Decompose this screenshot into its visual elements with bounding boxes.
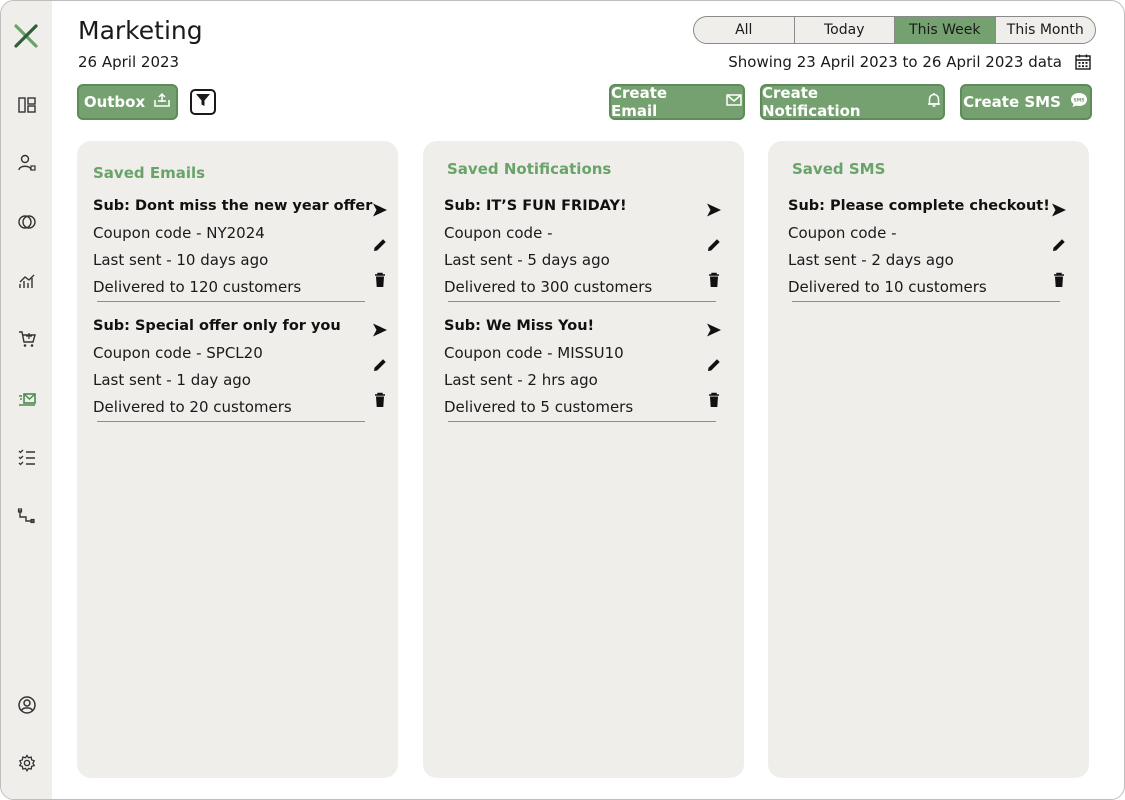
item-coupon: Coupon code - bbox=[444, 224, 553, 242]
edit-icon[interactable] bbox=[371, 356, 389, 374]
mail-icon bbox=[725, 91, 743, 113]
item-coupon: Coupon code - bbox=[788, 224, 897, 242]
svg-text:SMS: SMS bbox=[1073, 98, 1084, 104]
create-email-button[interactable]: Create Email bbox=[609, 84, 745, 120]
list-item: Sub: IT’S FUN FRIDAY! Coupon code - Last… bbox=[444, 196, 734, 302]
delete-icon[interactable] bbox=[371, 271, 389, 289]
delete-icon[interactable] bbox=[371, 391, 389, 409]
sidebar bbox=[1, 1, 52, 799]
tab-today[interactable]: Today bbox=[795, 17, 895, 43]
filter-button[interactable] bbox=[190, 89, 216, 115]
item-delivered: Delivered to 5 customers bbox=[444, 398, 634, 416]
item-delivered: Delivered to 300 customers bbox=[444, 278, 653, 296]
marketing-icon[interactable] bbox=[15, 387, 39, 411]
tasks-icon[interactable] bbox=[15, 445, 39, 469]
settings-icon[interactable] bbox=[15, 751, 39, 775]
saved-notifications-title: Saved Notifications bbox=[447, 160, 612, 178]
item-coupon: Coupon code - MISSU10 bbox=[444, 344, 624, 362]
item-last-sent: Last sent - 10 days ago bbox=[93, 251, 269, 269]
analytics-icon[interactable] bbox=[15, 269, 39, 293]
integrations-icon[interactable] bbox=[15, 504, 39, 528]
outbox-button[interactable]: Outbox bbox=[77, 84, 178, 120]
send-icon[interactable] bbox=[705, 321, 723, 339]
saved-sms-panel: Saved SMS Sub: Please complete checkout!… bbox=[768, 141, 1089, 778]
app-window: Marketing 26 April 2023 All Today This W… bbox=[0, 0, 1125, 800]
list-item: Sub: We Miss You! Coupon code - MISSU10 … bbox=[444, 316, 734, 422]
list-item: Sub: Please complete checkout! Coupon co… bbox=[788, 196, 1078, 302]
delete-icon[interactable] bbox=[1050, 271, 1068, 289]
tab-this-month[interactable]: This Month bbox=[996, 17, 1096, 43]
filter-icon bbox=[195, 92, 211, 112]
account-icon[interactable] bbox=[15, 693, 39, 717]
discount-icon[interactable] bbox=[15, 210, 39, 234]
item-subject: Sub: Dont miss the new year offer bbox=[93, 198, 373, 214]
main-content: Marketing 26 April 2023 All Today This W… bbox=[52, 1, 1124, 799]
item-subject: Sub: Please complete checkout! bbox=[788, 198, 1050, 214]
date-range-tabs: All Today This Week This Month bbox=[693, 16, 1096, 44]
list-item: Sub: Dont miss the new year offer Coupon… bbox=[93, 196, 387, 302]
user-icon[interactable] bbox=[15, 151, 39, 175]
saved-sms-title: Saved SMS bbox=[792, 160, 886, 178]
divider bbox=[792, 301, 1060, 302]
item-last-sent: Last sent - 5 days ago bbox=[444, 251, 610, 269]
edit-icon[interactable] bbox=[1050, 236, 1068, 254]
send-icon[interactable] bbox=[371, 321, 389, 339]
tab-all[interactable]: All bbox=[694, 17, 795, 43]
item-last-sent: Last sent - 1 day ago bbox=[93, 371, 251, 389]
item-coupon: Coupon code - SPCL20 bbox=[93, 344, 263, 362]
delete-icon[interactable] bbox=[705, 391, 723, 409]
item-subject: Sub: IT’S FUN FRIDAY! bbox=[444, 198, 627, 214]
create-notification-button[interactable]: Create Notification bbox=[760, 84, 945, 120]
edit-icon[interactable] bbox=[705, 236, 723, 254]
saved-notifications-panel: Saved Notifications Sub: IT’S FUN FRIDAY… bbox=[423, 141, 744, 778]
current-date: 26 April 2023 bbox=[78, 53, 180, 71]
item-last-sent: Last sent - 2 days ago bbox=[788, 251, 954, 269]
bell-icon bbox=[925, 91, 943, 113]
logo-x-icon[interactable] bbox=[13, 23, 39, 49]
item-subject: Sub: Special offer only for you bbox=[93, 318, 341, 334]
item-coupon: Coupon code - NY2024 bbox=[93, 224, 265, 242]
create-sms-label: Create SMS bbox=[963, 93, 1061, 111]
delete-icon[interactable] bbox=[705, 271, 723, 289]
cart-icon[interactable] bbox=[15, 327, 39, 351]
tab-this-week[interactable]: This Week bbox=[895, 17, 996, 43]
list-item: Sub: Special offer only for you Coupon c… bbox=[93, 316, 387, 422]
item-delivered: Delivered to 20 customers bbox=[93, 398, 292, 416]
create-email-label: Create Email bbox=[611, 84, 668, 120]
data-range-text: Showing 23 April 2023 to 26 April 2023 d… bbox=[728, 53, 1062, 71]
create-sms-button[interactable]: Create SMS SMS bbox=[960, 84, 1092, 120]
edit-icon[interactable] bbox=[705, 356, 723, 374]
saved-emails-panel: Saved Emails Sub: Dont miss the new year… bbox=[77, 141, 398, 778]
saved-emails-title: Saved Emails bbox=[93, 164, 206, 182]
send-icon[interactable] bbox=[371, 201, 389, 219]
send-icon[interactable] bbox=[705, 201, 723, 219]
item-last-sent: Last sent - 2 hrs ago bbox=[444, 371, 598, 389]
item-delivered: Delivered to 10 customers bbox=[788, 278, 987, 296]
sms-bubble-icon: SMS bbox=[1069, 91, 1089, 113]
edit-icon[interactable] bbox=[371, 236, 389, 254]
create-notification-label: Create Notification bbox=[762, 84, 861, 120]
page-title: Marketing bbox=[78, 16, 203, 45]
send-icon[interactable] bbox=[1050, 201, 1068, 219]
divider bbox=[97, 421, 365, 422]
item-delivered: Delivered to 120 customers bbox=[93, 278, 302, 296]
divider bbox=[448, 421, 716, 422]
outbox-icon bbox=[153, 91, 171, 113]
divider bbox=[97, 301, 365, 302]
divider bbox=[448, 301, 716, 302]
dashboard-icon[interactable] bbox=[15, 93, 39, 117]
outbox-label: Outbox bbox=[83, 93, 146, 111]
calendar-icon[interactable] bbox=[1074, 53, 1092, 71]
item-subject: Sub: We Miss You! bbox=[444, 318, 595, 334]
